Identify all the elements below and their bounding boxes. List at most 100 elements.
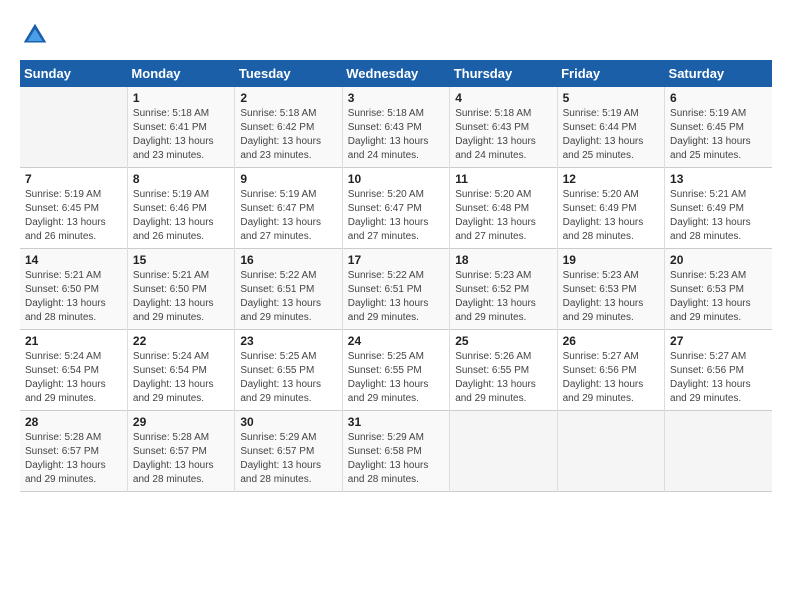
day-info: Sunrise: 5:21 AMSunset: 6:49 PMDaylight:…	[670, 188, 767, 244]
calendar-cell: 3Sunrise: 5:18 AMSunset: 6:43 PMDaylight…	[342, 87, 449, 168]
day-info: Sunrise: 5:29 AMSunset: 6:58 PMDaylight:…	[348, 431, 444, 487]
calendar-body: 1 Sunrise: 5:18 AMSunset: 6:41 PMDaylight…	[20, 87, 772, 492]
day-info: Sunrise: 5:23 AMSunset: 6:53 PMDaylight:…	[563, 269, 659, 325]
day-number: 1	[133, 91, 229, 105]
calendar-cell: 5 Sunrise: 5:19 AMSunset: 6:44 PMDaylight…	[557, 87, 664, 168]
calendar-cell: 24 Sunrise: 5:25 AMSunset: 6:55 PMDayligh…	[342, 330, 449, 411]
calendar-cell: 11 Sunrise: 5:20 AMSunset: 6:48 PMDayligh…	[450, 168, 557, 249]
calendar-cell: 14 Sunrise: 5:21 AMSunset: 6:50 PMDayligh…	[20, 249, 127, 330]
calendar-week-row: 21 Sunrise: 5:24 AMSunset: 6:54 PMDayligh…	[20, 330, 772, 411]
calendar-week-row: 28 Sunrise: 5:28 AMSunset: 6:57 PMDayligh…	[20, 411, 772, 492]
calendar-cell: 6Sunrise: 5:19 AMSunset: 6:45 PMDaylight…	[665, 87, 772, 168]
day-info: Sunrise: 5:20 AMSunset: 6:47 PMDaylight:…	[348, 188, 444, 244]
weekday-header-sunday: Sunday	[20, 60, 127, 87]
day-number: 18	[455, 253, 551, 267]
calendar-cell: 19 Sunrise: 5:23 AMSunset: 6:53 PMDayligh…	[557, 249, 664, 330]
day-number: 9	[240, 172, 336, 186]
calendar-cell: 28 Sunrise: 5:28 AMSunset: 6:57 PMDayligh…	[20, 411, 127, 492]
day-number: 31	[348, 415, 444, 429]
calendar-cell: 2 Sunrise: 5:18 AMSunset: 6:42 PMDaylight…	[235, 87, 342, 168]
weekday-row: SundayMondayTuesdayWednesdayThursdayFrid…	[20, 60, 772, 87]
day-info: Sunrise: 5:20 AMSunset: 6:48 PMDaylight:…	[455, 188, 551, 244]
day-info: Sunrise: 5:28 AMSunset: 6:57 PMDaylight:…	[25, 431, 122, 487]
day-info: Sunrise: 5:23 AMSunset: 6:53 PMDaylight:…	[670, 269, 767, 325]
day-info: Sunrise: 5:18 AMSunset: 6:42 PMDaylight:…	[240, 107, 336, 163]
day-info: Sunrise: 5:22 AMSunset: 6:51 PMDaylight:…	[240, 269, 336, 325]
calendar-week-row: 1 Sunrise: 5:18 AMSunset: 6:41 PMDaylight…	[20, 87, 772, 168]
day-number: 6	[670, 91, 767, 105]
calendar-cell: 23Sunrise: 5:25 AMSunset: 6:55 PMDayligh…	[235, 330, 342, 411]
day-number: 19	[563, 253, 659, 267]
calendar-header: SundayMondayTuesdayWednesdayThursdayFrid…	[20, 60, 772, 87]
day-info: Sunrise: 5:27 AMSunset: 6:56 PMDaylight:…	[563, 350, 659, 406]
day-number: 13	[670, 172, 767, 186]
day-number: 26	[563, 334, 659, 348]
day-number: 14	[25, 253, 122, 267]
calendar-cell: 4 Sunrise: 5:18 AMSunset: 6:43 PMDaylight…	[450, 87, 557, 168]
day-info: Sunrise: 5:25 AMSunset: 6:55 PMDaylight:…	[240, 350, 336, 406]
day-info: Sunrise: 5:24 AMSunset: 6:54 PMDaylight:…	[133, 350, 229, 406]
day-info: Sunrise: 5:26 AMSunset: 6:55 PMDaylight:…	[455, 350, 551, 406]
day-number: 10	[348, 172, 444, 186]
calendar-cell: 7Sunrise: 5:19 AMSunset: 6:45 PMDaylight…	[20, 168, 127, 249]
calendar-cell: 25Sunrise: 5:26 AMSunset: 6:55 PMDayligh…	[450, 330, 557, 411]
day-info: Sunrise: 5:19 AMSunset: 6:44 PMDaylight:…	[563, 107, 659, 163]
day-number: 22	[133, 334, 229, 348]
calendar-cell: 20 Sunrise: 5:23 AMSunset: 6:53 PMDayligh…	[665, 249, 772, 330]
weekday-header-saturday: Saturday	[665, 60, 772, 87]
day-number: 5	[563, 91, 659, 105]
calendar-cell	[450, 411, 557, 492]
day-info: Sunrise: 5:22 AMSunset: 6:51 PMDaylight:…	[348, 269, 444, 325]
day-number: 2	[240, 91, 336, 105]
calendar-week-row: 7Sunrise: 5:19 AMSunset: 6:45 PMDaylight…	[20, 168, 772, 249]
calendar-cell: 31 Sunrise: 5:29 AMSunset: 6:58 PMDayligh…	[342, 411, 449, 492]
day-info: Sunrise: 5:29 AMSunset: 6:57 PMDaylight:…	[240, 431, 336, 487]
day-number: 28	[25, 415, 122, 429]
page-header	[20, 20, 772, 50]
calendar-cell: 18 Sunrise: 5:23 AMSunset: 6:52 PMDayligh…	[450, 249, 557, 330]
calendar-cell: 29 Sunrise: 5:28 AMSunset: 6:57 PMDayligh…	[127, 411, 234, 492]
day-info: Sunrise: 5:18 AMSunset: 6:41 PMDaylight:…	[133, 107, 229, 163]
day-number: 20	[670, 253, 767, 267]
calendar-cell: 9 Sunrise: 5:19 AMSunset: 6:47 PMDaylight…	[235, 168, 342, 249]
weekday-header-friday: Friday	[557, 60, 664, 87]
day-info: Sunrise: 5:21 AMSunset: 6:50 PMDaylight:…	[25, 269, 122, 325]
day-info: Sunrise: 5:24 AMSunset: 6:54 PMDaylight:…	[25, 350, 122, 406]
calendar-cell: 30Sunrise: 5:29 AMSunset: 6:57 PMDayligh…	[235, 411, 342, 492]
day-info: Sunrise: 5:21 AMSunset: 6:50 PMDaylight:…	[133, 269, 229, 325]
day-number: 4	[455, 91, 551, 105]
day-number: 17	[348, 253, 444, 267]
day-number: 3	[348, 91, 444, 105]
calendar-cell: 16 Sunrise: 5:22 AMSunset: 6:51 PMDayligh…	[235, 249, 342, 330]
calendar-cell: 26 Sunrise: 5:27 AMSunset: 6:56 PMDayligh…	[557, 330, 664, 411]
weekday-header-wednesday: Wednesday	[342, 60, 449, 87]
logo	[20, 20, 54, 50]
calendar-table: SundayMondayTuesdayWednesdayThursdayFrid…	[20, 60, 772, 492]
day-info: Sunrise: 5:19 AMSunset: 6:47 PMDaylight:…	[240, 188, 336, 244]
calendar-cell	[557, 411, 664, 492]
day-number: 16	[240, 253, 336, 267]
weekday-header-thursday: Thursday	[450, 60, 557, 87]
day-number: 12	[563, 172, 659, 186]
day-info: Sunrise: 5:18 AMSunset: 6:43 PMDaylight:…	[455, 107, 551, 163]
calendar-week-row: 14 Sunrise: 5:21 AMSunset: 6:50 PMDayligh…	[20, 249, 772, 330]
calendar-cell: 22 Sunrise: 5:24 AMSunset: 6:54 PMDayligh…	[127, 330, 234, 411]
day-info: Sunrise: 5:23 AMSunset: 6:52 PMDaylight:…	[455, 269, 551, 325]
calendar-cell: 13 Sunrise: 5:21 AMSunset: 6:49 PMDayligh…	[665, 168, 772, 249]
day-info: Sunrise: 5:20 AMSunset: 6:49 PMDaylight:…	[563, 188, 659, 244]
day-number: 27	[670, 334, 767, 348]
day-info: Sunrise: 5:28 AMSunset: 6:57 PMDaylight:…	[133, 431, 229, 487]
calendar-cell: 10 Sunrise: 5:20 AMSunset: 6:47 PMDayligh…	[342, 168, 449, 249]
calendar-cell: 12 Sunrise: 5:20 AMSunset: 6:49 PMDayligh…	[557, 168, 664, 249]
day-number: 24	[348, 334, 444, 348]
day-info: Sunrise: 5:25 AMSunset: 6:55 PMDaylight:…	[348, 350, 444, 406]
day-number: 29	[133, 415, 229, 429]
day-number: 21	[25, 334, 122, 348]
calendar-cell	[20, 87, 127, 168]
calendar-cell: 27Sunrise: 5:27 AMSunset: 6:56 PMDayligh…	[665, 330, 772, 411]
calendar-cell: 8Sunrise: 5:19 AMSunset: 6:46 PMDaylight…	[127, 168, 234, 249]
day-number: 11	[455, 172, 551, 186]
day-number: 8	[133, 172, 229, 186]
day-number: 7	[25, 172, 122, 186]
weekday-header-monday: Monday	[127, 60, 234, 87]
